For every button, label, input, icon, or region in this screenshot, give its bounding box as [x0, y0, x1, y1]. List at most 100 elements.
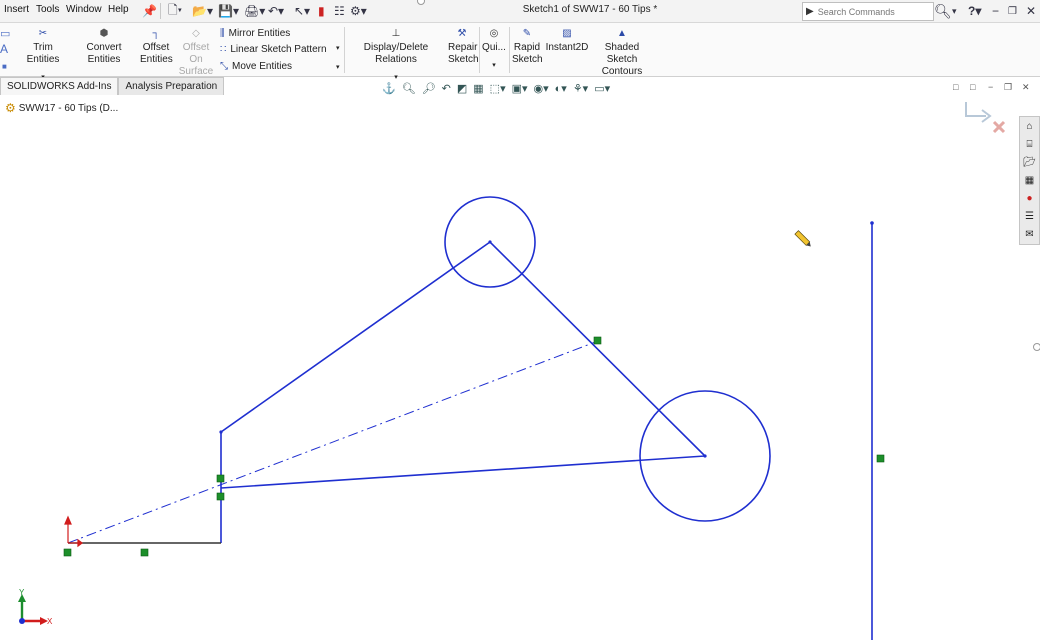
close-icon[interactable]: ✕: [1026, 3, 1036, 19]
pin-icon[interactable]: 📌: [142, 3, 157, 19]
offset-entities-button[interactable]: ┐ Offset Entities: [140, 28, 173, 66]
linear-pattern-label: Linear Sketch Pattern: [230, 44, 327, 55]
convert-entities-button[interactable]: ⬢ Convert Entities: [72, 28, 136, 66]
hide-show-items-icon[interactable]: ◉▾: [534, 82, 549, 95]
dynamic-annotation-icon[interactable]: ▦: [473, 82, 483, 95]
trim-entities-label: Trim Entities: [26, 42, 60, 65]
zoom-to-fit-icon[interactable]: 🔍︎: [402, 82, 416, 95]
tab-analysis-preparation[interactable]: Analysis Preparation: [118, 77, 225, 95]
options-gear-icon[interactable]: ⚙▾: [350, 3, 367, 19]
move-entities-button[interactable]: ⤡ Move Entities: [220, 61, 292, 72]
quick-snaps-button[interactable]: ◎ Qui... ▾: [482, 28, 506, 72]
feature-tree-root[interactable]: ⚙ SWW17 - 60 Tips (D...: [5, 101, 118, 115]
viewport-restore-icon[interactable]: □: [970, 82, 975, 92]
view-palette-icon[interactable]: ▦: [1021, 172, 1038, 189]
search-input[interactable]: Search Commands: [818, 7, 895, 17]
offset-on-surface-button[interactable]: ◇ Offset On Surface: [175, 28, 217, 78]
zoom-to-area-icon[interactable]: 🔎︎: [422, 82, 436, 95]
graphics-area[interactable]: [0, 0, 1040, 640]
tab-solidworks-add-ins[interactable]: SOLIDWORKS Add-Ins: [0, 77, 119, 95]
cancel-sketch-icon[interactable]: [992, 120, 1006, 134]
menu-help[interactable]: Help: [108, 4, 129, 15]
part-icon: ⚙: [5, 101, 16, 115]
view-orientation-icon[interactable]: ⬚▾: [490, 82, 506, 95]
search-dropdown-icon[interactable]: ▾: [952, 3, 957, 19]
mirror-entities-button[interactable]: ⫼ Mirror Entities: [220, 28, 290, 39]
mirror-entities-label: Mirror Entities: [228, 28, 291, 39]
display-style-icon[interactable]: ▣▾: [512, 82, 528, 95]
view-origin-icon[interactable]: ⚓: [382, 82, 396, 95]
sketch-point[interactable]: [870, 221, 874, 225]
sketch-circle-right[interactable]: [639, 390, 771, 522]
quick-snaps-dropdown-icon[interactable]: ▾: [482, 60, 506, 72]
move-dropdown-icon[interactable]: ▾: [336, 63, 340, 71]
edit-appearance-icon[interactable]: ◐▾: [555, 82, 567, 95]
previous-view-icon[interactable]: ↶: [442, 82, 451, 95]
linear-pattern-dropdown-icon[interactable]: ▾: [336, 44, 340, 52]
viewport-split-icon[interactable]: □: [953, 82, 958, 92]
appearances-icon[interactable]: ●: [1021, 190, 1038, 207]
search-box[interactable]: ▶ Search Commands: [802, 2, 934, 21]
point-icon[interactable]: ■: [2, 61, 7, 73]
open-folder-icon[interactable]: 📂▾: [192, 3, 213, 19]
exit-sketch-icon[interactable]: [965, 102, 986, 117]
relation-marker[interactable]: [216, 492, 225, 501]
ribbon-separator: [479, 27, 480, 73]
menu-insert[interactable]: Insert: [4, 4, 29, 15]
sketch-origin[interactable]: [64, 515, 83, 548]
rapid-sketch-icon: ✎: [522, 28, 532, 39]
instant2d-button[interactable]: ▨ Instant2D: [545, 28, 589, 54]
viewport-close-icon[interactable]: ✕: [1022, 82, 1030, 93]
section-view-icon[interactable]: ◩: [457, 82, 467, 95]
sketch-point[interactable]: [219, 430, 223, 434]
menu-window[interactable]: Window: [66, 4, 102, 15]
sketch-circle-top[interactable]: [444, 196, 536, 288]
display-delete-relations-button[interactable]: ⊥ Display/Delete Relations ▾: [348, 28, 444, 84]
rebuild-icon[interactable]: ▮: [318, 3, 325, 19]
repair-sketch-button[interactable]: ⚒ Repair Sketch: [448, 28, 479, 66]
separator: [160, 3, 161, 19]
linear-sketch-pattern-button[interactable]: ∷ Linear Sketch Pattern: [220, 44, 327, 55]
custom-properties-icon[interactable]: ☰: [1021, 208, 1038, 225]
sketch-outline-polyline[interactable]: [220, 240, 707, 543]
apply-scene-icon[interactable]: ⚘▾: [573, 82, 588, 95]
resize-handle[interactable]: [1033, 343, 1040, 351]
new-document-icon[interactable]: 🗋▾: [168, 3, 182, 19]
search-icon[interactable]: 🔍︎: [934, 3, 952, 19]
sketch-icon[interactable]: ▭: [0, 28, 10, 40]
viewport-minimize-icon[interactable]: −: [988, 82, 993, 92]
triad-origin: [19, 618, 25, 624]
file-explorer-icon[interactable]: 📂︎: [1021, 154, 1038, 171]
design-library-icon[interactable]: ⌸: [1021, 136, 1038, 153]
help-icon[interactable]: ?▾: [968, 3, 981, 19]
save-icon[interactable]: 💾▾: [218, 3, 239, 19]
relation-marker[interactable]: [876, 454, 885, 463]
shaded-sketch-contours-button[interactable]: ▲ Shaded Sketch Contours: [592, 28, 652, 78]
relation-marker[interactable]: [140, 548, 149, 557]
forum-icon[interactable]: ✉: [1021, 226, 1038, 243]
trim-entities-button[interactable]: ✂ Trim Entities ▾: [18, 28, 68, 84]
print-icon[interactable]: 🖨▾: [244, 3, 265, 19]
undo-icon[interactable]: ↶▾: [268, 3, 284, 19]
move-entities-label: Move Entities: [232, 61, 293, 72]
sketch-point[interactable]: [488, 240, 492, 244]
viewport-restore-down-icon[interactable]: ❐: [1004, 82, 1012, 93]
text-icon[interactable]: A: [0, 43, 8, 55]
offset-label-line2: Entities: [140, 54, 173, 65]
home-icon[interactable]: ⌂: [1021, 118, 1038, 135]
restore-icon[interactable]: ❐: [1008, 3, 1017, 19]
menu-tools[interactable]: Tools: [36, 4, 59, 15]
minimize-icon[interactable]: −: [992, 3, 999, 19]
ribbon-separator: [344, 27, 345, 73]
sketch-point[interactable]: [703, 454, 707, 458]
view-settings-icon[interactable]: ▭▾: [594, 82, 610, 95]
select-arrow-icon[interactable]: ↖▾: [294, 3, 310, 19]
relation-marker[interactable]: [216, 474, 225, 483]
relation-marker[interactable]: [63, 548, 72, 557]
rapid-sketch-button[interactable]: ✎ Rapid Sketch: [512, 28, 543, 66]
relation-marker[interactable]: [593, 336, 602, 345]
repair-label-line1: Repair: [448, 42, 478, 53]
construction-centerline[interactable]: [67, 340, 599, 544]
confirmation-corner: [965, 102, 1006, 134]
file-properties-icon[interactable]: ☷: [334, 3, 345, 19]
